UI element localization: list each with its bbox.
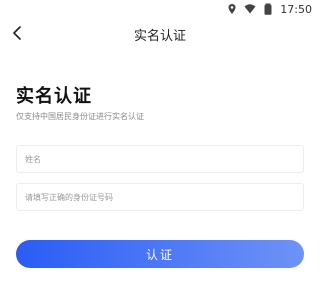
name-input[interactable] [17,146,303,172]
status-time: 17:50 [280,2,312,16]
verify-button[interactable]: 认证 [16,240,304,268]
verification-screen: 17:50 实名认证 实名认证 仅支持中国居民身份证进行实名认证 认证 [0,0,320,288]
location-icon [226,3,238,15]
nav-title: 实名认证 [133,28,186,44]
page-subtitle: 仅支持中国居民身份证进行实名认证 [16,112,144,121]
name-field [16,145,304,173]
id-number-input[interactable] [17,184,303,210]
page-heading: 实名认证 [16,86,92,107]
nav-bar: 实名认证 [0,18,320,50]
id-number-field [16,183,304,211]
battery-icon [262,3,274,15]
wifi-icon [244,3,256,15]
chevron-left-icon [12,25,22,44]
status-bar: 17:50 [0,0,320,18]
back-button[interactable] [6,22,28,46]
